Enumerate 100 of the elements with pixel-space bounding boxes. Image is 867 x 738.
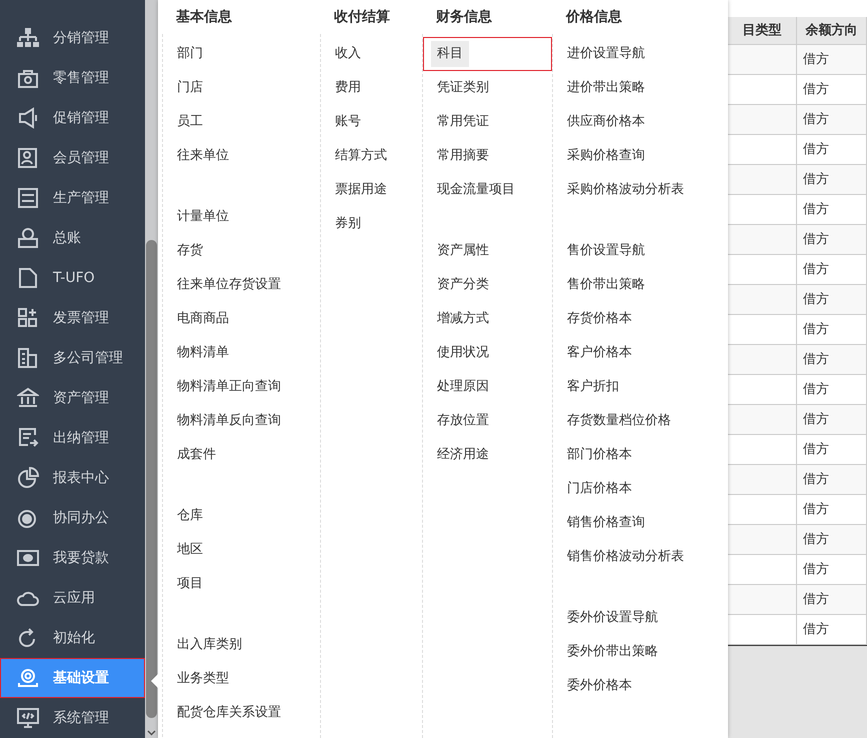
menu-item[interactable]: 采购价格查询 (561, 143, 651, 169)
menu-item[interactable]: 客户价格本 (561, 340, 638, 366)
sidebar-item[interactable]: 促销管理 (0, 98, 145, 138)
menu-item[interactable]: 存货 (171, 238, 209, 264)
menu-item[interactable]: 物料清单 (171, 340, 235, 366)
menu-item[interactable]: 增减方式 (431, 306, 495, 332)
menu-item[interactable]: 售价设置导航 (561, 238, 651, 264)
menu-item[interactable]: 委外价格本 (561, 673, 638, 699)
menu-item[interactable]: 进价带出策略 (561, 75, 651, 101)
menu-item[interactable]: 委外价设置导航 (561, 605, 664, 631)
menu-item[interactable]: 资产分类 (431, 272, 495, 298)
menu-item[interactable]: 存放位置 (431, 408, 495, 434)
network-icon (17, 27, 39, 49)
pie-chart-icon (17, 467, 39, 489)
sidebar-item[interactable]: 资产管理 (0, 378, 145, 418)
sidebar-item[interactable]: 我要贷款 (0, 538, 145, 578)
menu-item[interactable]: 使用状况 (431, 340, 495, 366)
bag-icon (17, 67, 39, 89)
menu-item[interactable]: 销售价格查询 (561, 510, 651, 536)
sidebar-item[interactable]: 出纳管理 (0, 418, 145, 458)
menu-item[interactable]: 配货仓库关系设置 (171, 700, 287, 726)
bank-icon (17, 387, 39, 409)
menu-item[interactable]: 收入 (329, 41, 367, 67)
table-cell: 借方 (797, 525, 867, 555)
menu-item[interactable]: 门店价格本 (561, 476, 638, 502)
menu-item[interactable]: 结算方式 (329, 143, 393, 169)
sidebar-item[interactable]: T-UFO (0, 258, 145, 298)
menu-item[interactable]: 客户折扣 (561, 374, 625, 400)
sidebar-item[interactable]: 零售管理 (0, 58, 145, 98)
table-cell: 借方 (797, 465, 867, 495)
menu-item[interactable]: 资产属性 (431, 238, 495, 264)
sidebar-item[interactable]: 协同办公 (0, 498, 145, 538)
menu-item[interactable]: 销售价格波动分析表 (561, 544, 690, 570)
menu-item[interactable]: 往来单位 (171, 143, 235, 169)
grid-plus-icon (17, 307, 39, 329)
scrollbar[interactable] (145, 0, 158, 738)
menu-item[interactable]: 部门价格本 (561, 442, 638, 468)
sidebar-item[interactable]: 系统管理 (0, 698, 145, 738)
sidebar-item[interactable]: 生产管理 (0, 178, 145, 218)
menu-item[interactable]: 账号 (329, 109, 367, 135)
column-heading: 财务信息 (435, 8, 493, 27)
sidebar-item[interactable]: 会员管理 (0, 138, 145, 178)
menu-item[interactable]: 凭证类别 (431, 75, 495, 101)
menu-item[interactable]: 现金流量项目 (431, 177, 521, 203)
menu-item[interactable]: 项目 (171, 571, 209, 597)
banknote-icon (17, 547, 39, 569)
menu-item[interactable]: 仓库 (171, 503, 209, 529)
table-cell: 借方 (797, 225, 867, 255)
menu-item[interactable]: 科目 (431, 41, 469, 67)
column-heading: 基本信息 (175, 8, 233, 27)
sidebar-item[interactable]: 总账 (0, 218, 145, 258)
scrollbar-thumb[interactable] (146, 240, 157, 718)
menu-item[interactable]: 券别 (329, 211, 367, 237)
scroll-down-icon[interactable] (147, 730, 156, 736)
menu-item[interactable]: 采购价格波动分析表 (561, 177, 690, 203)
menu-item[interactable]: 经济用途 (431, 442, 495, 468)
sliders-icon (17, 187, 39, 209)
sidebar-item[interactable]: 分销管理 (0, 18, 145, 58)
menu-item[interactable]: 员工 (171, 109, 209, 135)
table-cell: 借方 (797, 165, 867, 195)
menu-item[interactable]: 物料清单反向查询 (171, 408, 287, 434)
table-cell: 借方 (797, 105, 867, 135)
menu-item[interactable]: 物料清单正向查询 (171, 374, 287, 400)
sidebar-item[interactable]: 多公司管理 (0, 338, 145, 378)
menu-item[interactable]: 处理原因 (431, 374, 495, 400)
menu-item[interactable]: 票据用途 (329, 177, 393, 203)
menu-item[interactable]: 售价带出策略 (561, 272, 651, 298)
menu-item[interactable]: 常用摘要 (431, 143, 495, 169)
sidebar-item[interactable]: 报表中心 (0, 458, 145, 498)
document-icon (17, 267, 39, 289)
menu-item[interactable]: 费用 (329, 75, 367, 101)
column-header[interactable]: 余额方向 (797, 17, 867, 45)
sidebar-item[interactable]: 发票管理 (0, 298, 145, 338)
menu-item[interactable]: 部门 (171, 41, 209, 67)
menu-item[interactable]: 供应商价格本 (561, 109, 651, 135)
megaphone-icon (17, 107, 39, 129)
column-header[interactable]: 目类型 (728, 17, 797, 45)
menu-item[interactable]: 往来单位存货设置 (171, 272, 287, 298)
target-icon (17, 507, 39, 529)
table-cell: 借方 (797, 405, 867, 435)
menu-item[interactable]: 成套件 (171, 442, 222, 468)
menu-item[interactable]: 地区 (171, 537, 209, 563)
menu-item[interactable]: 存货数量档位价格 (561, 408, 677, 434)
column-heading: 价格信息 (564, 8, 623, 27)
menu-item[interactable]: 业务类型 (171, 666, 235, 692)
building-icon (17, 347, 39, 369)
table-cell: 借方 (797, 285, 867, 315)
menu-item[interactable]: 电商商品 (171, 306, 235, 332)
sidebar-item[interactable]: 初始化 (0, 618, 145, 658)
sidebar-item[interactable]: 云应用 (0, 578, 145, 618)
menu-item[interactable]: 进价设置导航 (561, 41, 651, 67)
menu-item[interactable]: 门店 (171, 75, 209, 101)
menu-item[interactable]: 委外价带出策略 (561, 639, 664, 665)
monitor-code-icon (17, 707, 39, 729)
menu-item[interactable]: 计量单位 (171, 204, 235, 230)
menu-item[interactable]: 存货价格本 (561, 306, 638, 332)
member-card-icon (17, 147, 39, 169)
menu-item[interactable]: 出入库类别 (171, 632, 248, 658)
exit-icon (17, 427, 39, 449)
menu-item[interactable]: 常用凭证 (431, 109, 495, 135)
